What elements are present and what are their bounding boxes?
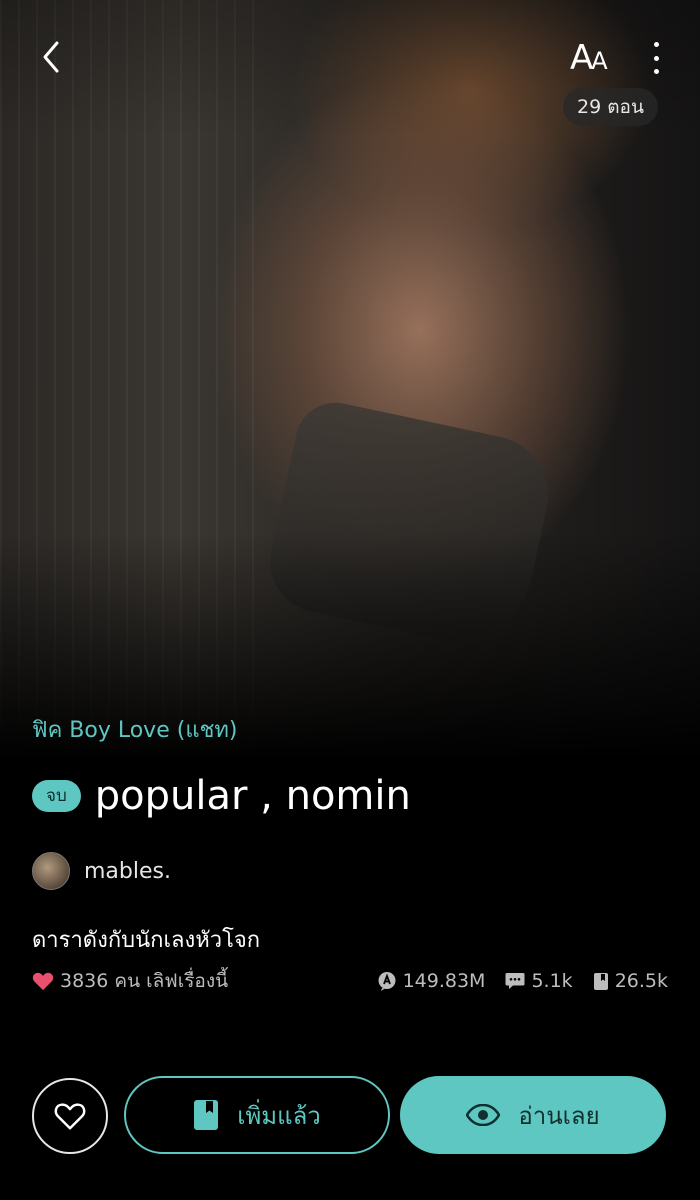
library-count: 26.5k [614,970,668,992]
heart-icon [32,972,54,991]
more-vertical-icon-dot [653,42,659,47]
read-now-button[interactable]: อ่านเลย [400,1076,666,1154]
cover-image-detail [261,395,559,655]
comment-icon [505,973,525,989]
library-stat: 26.5k [593,970,668,992]
bookmark-icon [194,1100,219,1130]
views-stat: 149.83M [377,970,486,992]
likes-text: 3836 คน เลิฟเรื่องนี้ [60,970,229,992]
eye-icon [466,1104,501,1126]
status-badge: จบ [32,780,81,812]
likes-stat: 3836 คน เลิฟเรื่องนี้ [32,966,228,996]
chapters-count-badge[interactable]: 29 ตอน [563,88,658,126]
back-icon [43,41,59,73]
more-options-button[interactable] [642,38,670,78]
comments-count: 5.1k [531,970,573,992]
author-name[interactable]: mables. [84,859,171,884]
views-icon [378,972,396,991]
more-vertical-icon-dot [653,55,659,61]
read-now-label: อ่านเลย [518,1101,600,1130]
font-size-button[interactable]: AA [570,38,608,78]
font-size-icon-big: A [570,38,593,78]
views-count: 149.83M [402,970,486,992]
story-synopsis: ดาราดังกับนักเลงหัวโจก [32,928,261,953]
story-title: popular , nomin [94,773,411,819]
bookmark-icon [593,972,608,990]
story-category[interactable]: ฟิค Boy Love (แชท) [32,712,238,747]
add-to-library-button[interactable]: เพิ่มแล้ว [124,1076,390,1154]
comments-stat: 5.1k [505,970,573,992]
add-to-library-label: เพิ่มแล้ว [237,1101,321,1130]
title-row: จบ popular , nomin [32,770,411,822]
author-avatar[interactable] [32,852,70,890]
back-button[interactable] [34,40,68,74]
stats-right: 149.83M 5.1k 26.5k [377,970,668,992]
like-button[interactable] [32,1078,108,1154]
author-row[interactable]: mables. [32,852,171,890]
stats-row: 3836 คน เลิฟเรื่องนี้ 149.83M 5.1k 26.5k [32,966,668,996]
font-size-icon-small: A [591,47,607,75]
more-vertical-icon-dot [653,69,659,74]
heart-outline-icon [54,1103,86,1130]
